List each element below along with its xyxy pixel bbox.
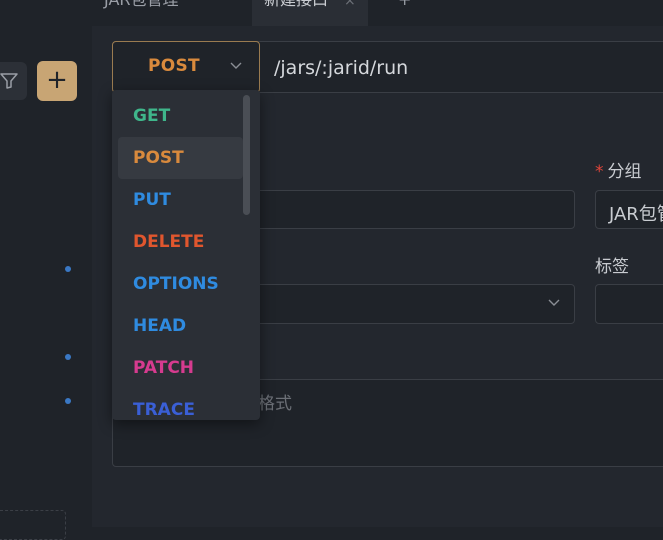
required-mark: *: [595, 162, 604, 182]
dropdown-scrollbar[interactable]: [243, 95, 250, 215]
url-input[interactable]: /jars/:jarid/run: [274, 57, 408, 79]
drop-zone: [0, 510, 66, 540]
method-option-get[interactable]: GET: [118, 95, 243, 137]
method-option-options[interactable]: OPTIONS: [118, 263, 243, 305]
tab-label: JAR包管理: [104, 0, 179, 9]
group-label: * 分组: [595, 157, 642, 182]
status-select[interactable]: [232, 284, 575, 324]
filter-icon: [0, 73, 18, 89]
method-option-trace[interactable]: TRACE: [118, 389, 243, 420]
tags-label: 标签: [595, 257, 629, 277]
method-option-put[interactable]: PUT: [118, 179, 243, 221]
name-input[interactable]: [232, 190, 575, 229]
tree-dot: [65, 354, 71, 360]
tree-dot: [65, 398, 71, 404]
group-label-text: 分组: [607, 162, 642, 182]
method-option-head[interactable]: HEAD: [118, 305, 243, 347]
tab-jar-management[interactable]: JAR包管理: [104, 0, 179, 26]
filter-button[interactable]: [0, 62, 27, 100]
new-tab-button[interactable]: +: [398, 0, 411, 26]
chevron-down-icon: [230, 62, 242, 69]
method-option-delete[interactable]: DELETE: [118, 221, 243, 263]
group-value: JAR包管理: [609, 204, 663, 225]
plus-icon: +: [398, 0, 411, 9]
tree-dot: [65, 266, 71, 272]
tab-label: 新建接口: [264, 0, 328, 9]
close-icon[interactable]: ×: [344, 0, 356, 9]
method-option-post[interactable]: POST: [118, 137, 243, 179]
tab-new-api[interactable]: 新建接口 ×: [252, 0, 368, 26]
method-value: POST: [148, 56, 200, 76]
method-option-patch[interactable]: PATCH: [118, 347, 243, 389]
tags-input[interactable]: [595, 284, 663, 324]
chevron-down-icon: [548, 299, 560, 306]
add-button[interactable]: +: [37, 61, 77, 101]
description-placeholder: 格式: [258, 394, 292, 414]
